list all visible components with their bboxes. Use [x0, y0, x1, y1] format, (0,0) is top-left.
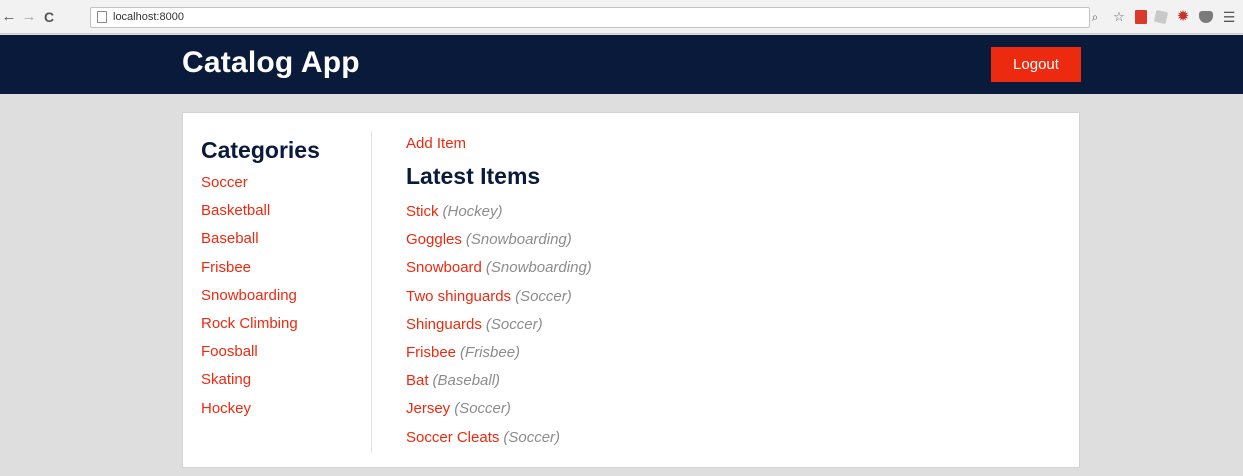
zoom-icon[interactable]: ⌕	[1087, 9, 1103, 25]
extension-icon[interactable]	[1153, 9, 1169, 25]
list-item: Snowboard (Snowboarding)	[406, 259, 592, 287]
item-link[interactable]: Bat	[406, 372, 429, 389]
list-item: Two shinguards (Soccer)	[406, 288, 592, 316]
categories-sidebar: Categories Soccer Basketball Baseball Fr…	[201, 113, 371, 467]
category-link-skating[interactable]: Skating	[201, 371, 251, 388]
list-item: Stick (Hockey)	[406, 203, 592, 231]
category-link-rock-climbing[interactable]: Rock Climbing	[201, 315, 298, 332]
list-item: Bat (Baseball)	[406, 372, 592, 400]
list-item: Shinguards (Soccer)	[406, 316, 592, 344]
content-card: Categories Soccer Basketball Baseball Fr…	[182, 112, 1080, 468]
category-link-foosball[interactable]: Foosball	[201, 343, 258, 360]
item-category: (Soccer)	[503, 428, 561, 446]
list-item: Soccer	[201, 174, 298, 202]
star-icon[interactable]: ☆	[1111, 9, 1127, 25]
reload-icon[interactable]: C	[40, 7, 58, 27]
list-item: Baseball	[201, 230, 298, 258]
back-arrow-icon[interactable]: ←	[0, 7, 18, 27]
category-link-hockey[interactable]: Hockey	[201, 400, 251, 417]
item-category: (Soccer)	[515, 287, 572, 305]
list-item: Goggles (Snowboarding)	[406, 231, 592, 259]
add-item-link[interactable]: Add Item	[406, 135, 466, 152]
latest-items-panel: Add Item Latest Items Stick (Hockey) Gogg…	[406, 113, 1046, 467]
item-category: (Snowboarding)	[485, 259, 592, 277]
browser-extensions: ⌕ ☆ ✹ ☰	[1087, 7, 1237, 27]
item-category: (Snowboarding)	[465, 231, 572, 249]
address-text: localhost:8000	[113, 11, 184, 23]
list-item: Foosball	[201, 343, 298, 371]
item-category: (Frisbee)	[460, 343, 521, 361]
address-bar[interactable]: localhost:8000	[90, 7, 1090, 28]
item-category: (Baseball)	[432, 372, 501, 390]
latest-items-heading: Latest Items	[406, 163, 541, 189]
list-item: Rock Climbing	[201, 315, 298, 343]
item-link[interactable]: Soccer Cleats	[406, 429, 499, 446]
item-category: (Hockey)	[442, 203, 503, 220]
item-category: (Soccer)	[485, 315, 543, 333]
item-link[interactable]: Goggles	[406, 231, 462, 248]
item-link[interactable]: Two shinguards	[406, 288, 511, 305]
logout-button[interactable]: Logout	[991, 47, 1081, 82]
bookmark-extension-icon[interactable]	[1135, 10, 1147, 24]
latest-items-list: Stick (Hockey) Goggles (Snowboarding) Snow…	[406, 203, 592, 457]
column-divider	[371, 131, 372, 453]
pocket-icon[interactable]	[1199, 11, 1213, 23]
category-link-baseball[interactable]: Baseball	[201, 230, 259, 247]
list-item: Soccer Cleats (Soccer)	[406, 429, 592, 457]
item-link[interactable]: Frisbee	[406, 344, 456, 361]
list-item: Skating	[201, 371, 298, 399]
category-link-frisbee[interactable]: Frisbee	[201, 259, 251, 276]
browser-toolbar: ← → C localhost:8000 ⌕ ☆ ✹ ☰	[0, 0, 1243, 34]
item-link[interactable]: Stick	[406, 203, 439, 220]
page-icon	[97, 11, 107, 23]
categories-heading: Categories	[201, 137, 320, 163]
category-link-basketball[interactable]: Basketball	[201, 202, 270, 219]
list-item: Jersey (Soccer)	[406, 400, 592, 428]
list-item: Basketball	[201, 202, 298, 230]
item-category: (Soccer)	[454, 400, 511, 418]
item-link[interactable]: Shinguards	[406, 316, 482, 333]
gear-extension-icon[interactable]: ✹	[1175, 9, 1191, 25]
app-header: Catalog App Logout	[0, 35, 1243, 94]
category-list: Soccer Basketball Baseball Frisbee Snowb…	[201, 174, 298, 428]
list-item: Snowboarding	[201, 287, 298, 315]
category-link-soccer[interactable]: Soccer	[201, 174, 248, 191]
list-item: Frisbee	[201, 259, 298, 287]
menu-icon[interactable]: ☰	[1221, 9, 1237, 25]
forward-arrow-icon[interactable]: →	[20, 7, 38, 27]
category-link-snowboarding[interactable]: Snowboarding	[201, 287, 297, 304]
item-link[interactable]: Snowboard	[406, 259, 482, 276]
item-link[interactable]: Jersey	[406, 400, 450, 417]
list-item: Hockey	[201, 400, 298, 428]
app-title[interactable]: Catalog App	[182, 46, 360, 80]
list-item: Frisbee (Frisbee)	[406, 344, 592, 372]
